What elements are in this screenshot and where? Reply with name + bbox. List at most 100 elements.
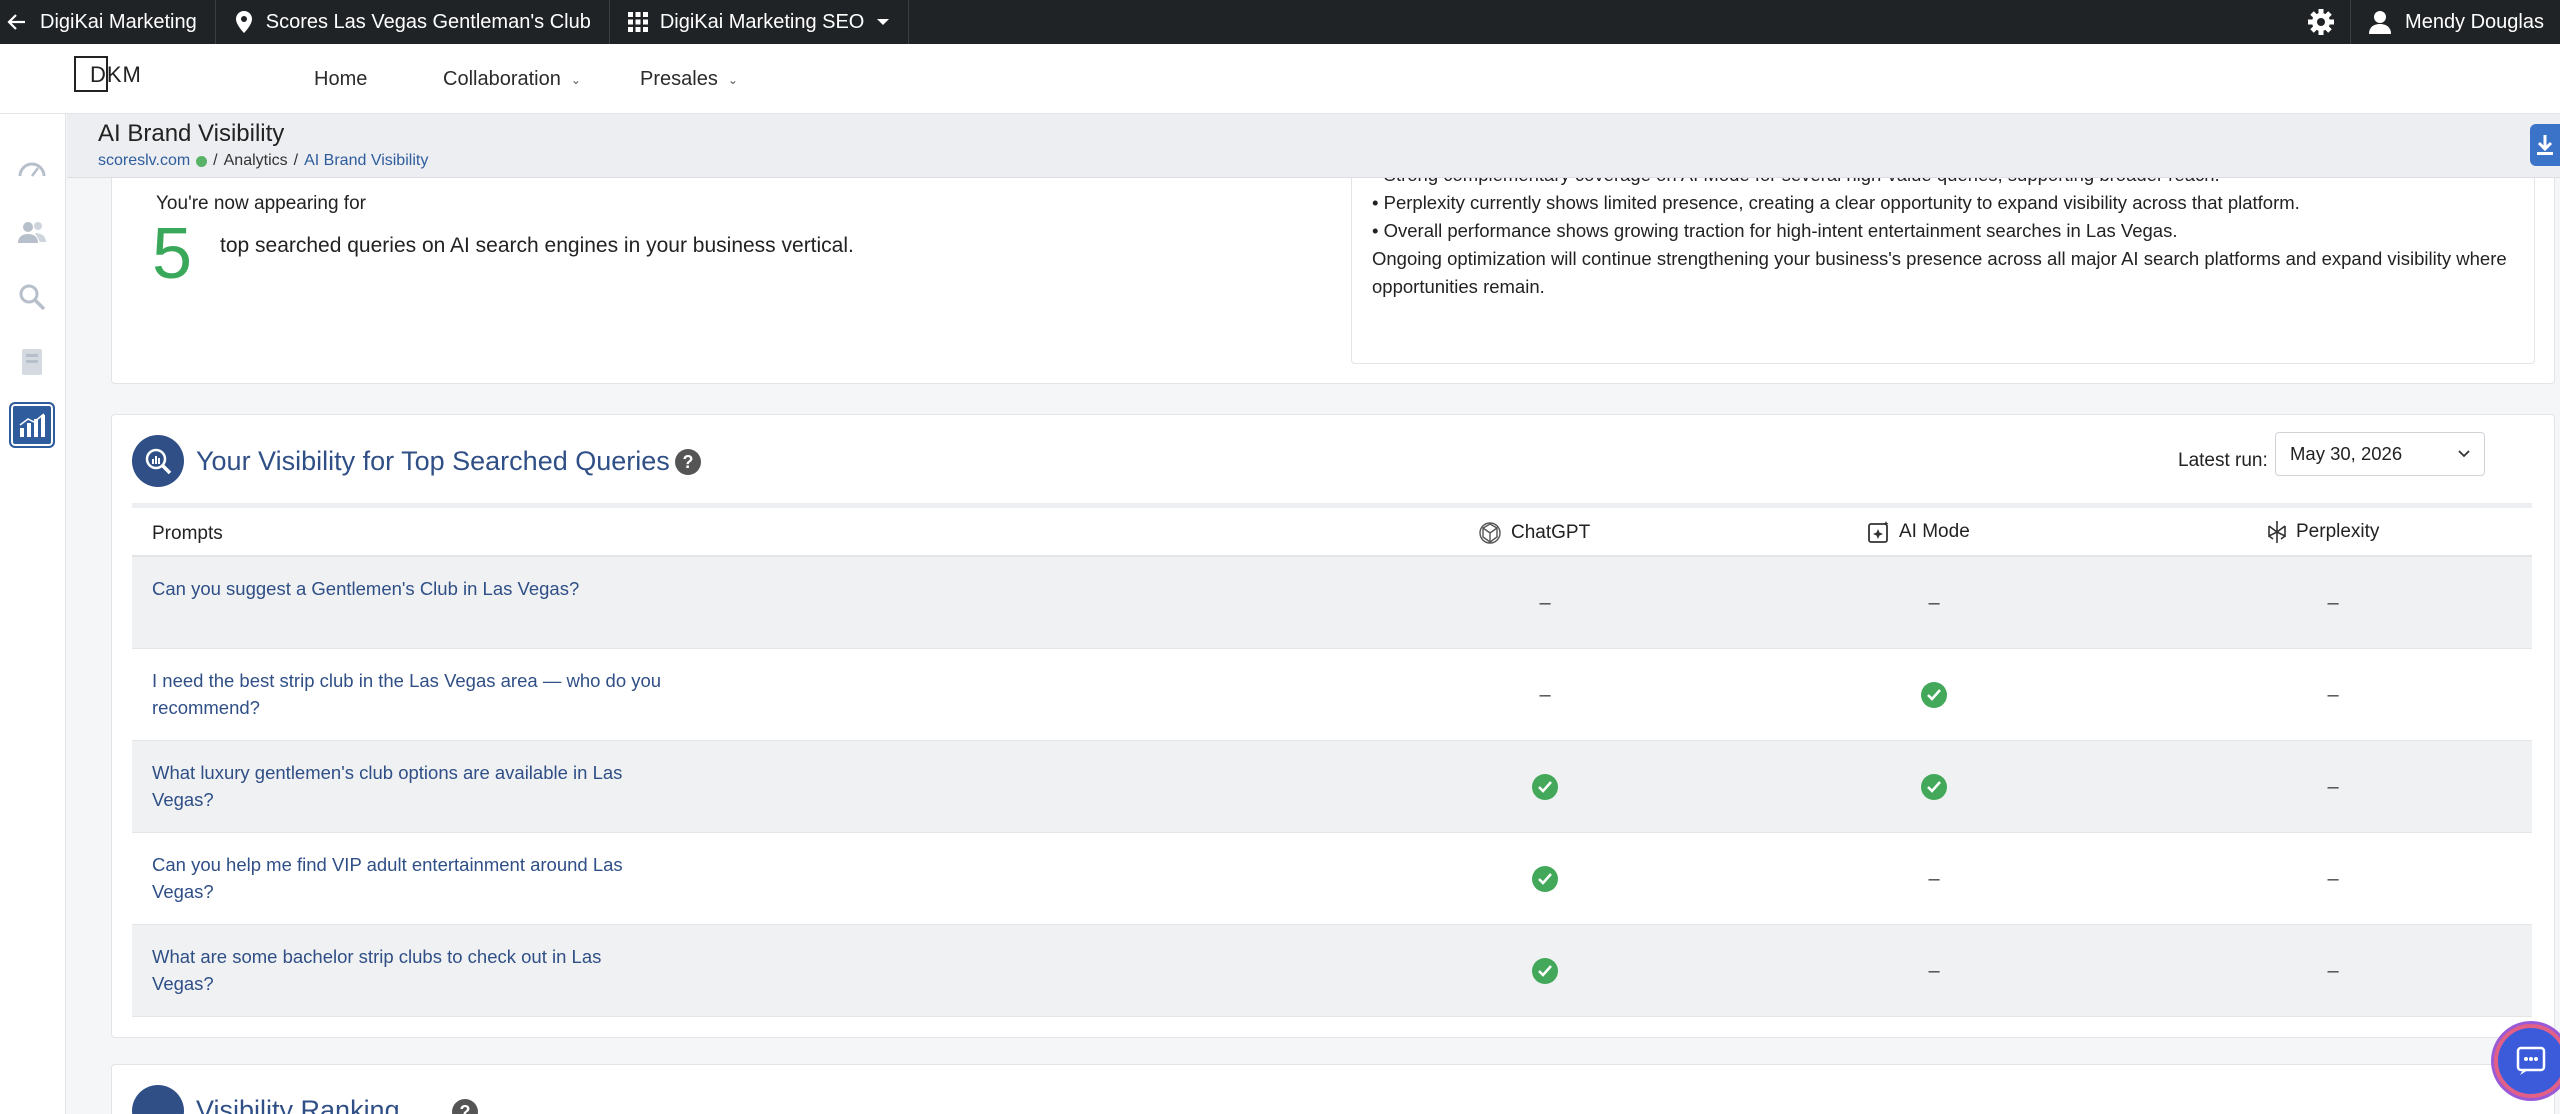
perplexity-dash: – <box>2320 866 2346 892</box>
ai-mode-icon <box>1868 521 1889 543</box>
table-row: Can you help me find VIP adult entertain… <box>132 833 2532 925</box>
aimode-dash: – <box>1921 866 1947 892</box>
perplexity-logo-icon <box>2268 521 2286 543</box>
table-row: I need the best strip club in the Las Ve… <box>132 649 2532 741</box>
sidebar-item-analytics[interactable] <box>9 402 55 448</box>
gear-icon[interactable] <box>2307 8 2335 36</box>
query-count-description: top searched queries on AI search engine… <box>220 234 854 257</box>
insights-box: • Strong complementary coverage on AI Mo… <box>1351 178 2535 364</box>
table-row: What are some bachelor strip clubs to ch… <box>132 925 2532 1017</box>
dash-text: – <box>1928 960 1940 982</box>
breadcrumb-site[interactable]: scoreslv.com <box>98 152 190 170</box>
breadcrumb: scoreslv.com / Analytics / AI Brand Visi… <box>98 152 428 170</box>
table-row: Can you suggest a Gentlemen's Club in La… <box>132 557 2532 649</box>
dash-text: – <box>2327 592 2339 614</box>
visibility-card: Your Visibility for Top Searched Queries… <box>111 414 2555 1038</box>
help-icon[interactable]: ? <box>675 449 701 475</box>
bar-chart-icon[interactable] <box>17 411 47 439</box>
chevron-down-icon[interactable] <box>2458 450 2470 458</box>
speedometer-icon[interactable] <box>17 156 47 178</box>
main-content: You're now appearing for 5 top searched … <box>67 178 2560 1114</box>
insight-line: • Perplexity currently shows limited pre… <box>1372 192 2300 213</box>
chatgpt-check-icon <box>1532 774 1558 800</box>
users-icon[interactable] <box>17 219 47 245</box>
dash-text: – <box>2327 776 2339 798</box>
status-dot-icon <box>196 155 208 167</box>
document-icon[interactable] <box>21 348 43 376</box>
column-header-aimode-label: AI Mode <box>1899 521 1970 542</box>
visibility-table: Prompts ChatGPT AI Mode Perplexity Can y… <box>132 503 2532 1017</box>
location-segment[interactable]: Scores Las Vegas Gentleman's Club <box>216 0 610 44</box>
prompt-link[interactable]: What luxury gentlemen's club options are… <box>152 759 662 813</box>
aimode-check-icon <box>1921 774 1947 800</box>
sidebar-item-users[interactable] <box>9 209 55 255</box>
location-label[interactable]: Scores Las Vegas Gentleman's Club <box>266 11 591 34</box>
latest-run-value[interactable]: May 30, 2026 <box>2290 443 2402 465</box>
chevron-down-icon: ⌄ <box>727 72 738 87</box>
user-name[interactable]: Mendy Douglas <box>2405 11 2544 34</box>
dash-text: – <box>1928 868 1940 890</box>
dash-text: – <box>1928 592 1940 614</box>
breadcrumb-current: AI Brand Visibility <box>304 152 429 169</box>
nav-presales[interactable]: Presales ⌄ <box>640 68 738 91</box>
dash-text: – <box>2327 868 2339 890</box>
nav-presales-label[interactable]: Presales <box>640 68 718 91</box>
caret-down-icon[interactable] <box>876 17 890 27</box>
grid-apps-icon <box>627 12 648 32</box>
dash-text: – <box>2327 684 2339 706</box>
column-header-chatgpt: ChatGPT <box>1477 520 1590 546</box>
nav-collaboration[interactable]: Collaboration ⌄ <box>443 68 581 91</box>
nav-bar: DKM Home Collaboration ⌄ Presales ⌄ <box>0 44 2560 114</box>
chatgpt-dash: – <box>1532 590 1558 616</box>
query-count: 5 <box>152 214 193 294</box>
latest-run-select[interactable]: May 30, 2026 <box>2275 432 2485 476</box>
insight-line: Ongoing optimization will continue stren… <box>1372 248 2507 297</box>
summary-card: You're now appearing for 5 top searched … <box>111 178 2555 384</box>
back-label[interactable]: DigiKai Marketing <box>40 11 197 34</box>
prompt-link[interactable]: Can you help me find VIP adult entertain… <box>152 851 662 905</box>
insight-line: • Overall performance shows growing trac… <box>1372 220 2178 241</box>
insight-line: • Strong complementary coverage on AI Mo… <box>1372 178 2514 189</box>
settings-button[interactable] <box>2291 0 2352 44</box>
page-title: AI Brand Visibility <box>98 120 285 147</box>
chatgpt-check-icon <box>1532 866 1558 892</box>
aimode-dash: – <box>1921 958 1947 984</box>
prompt-link[interactable]: Can you suggest a Gentlemen's Club in La… <box>152 575 662 602</box>
sidebar-item-search[interactable] <box>9 274 55 320</box>
chat-button[interactable] <box>2494 1024 2560 1098</box>
column-header-perplexity-label: Perplexity <box>2296 521 2380 542</box>
chatgpt-check-icon <box>1532 958 1558 984</box>
sidebar-item-dashboard[interactable] <box>9 144 55 190</box>
column-header-aimode: AI Mode <box>1867 520 1970 544</box>
nav-home[interactable]: Home <box>314 68 367 91</box>
apps-label[interactable]: DigiKai Marketing SEO <box>660 11 865 34</box>
search-analytics-icon[interactable] <box>18 283 46 311</box>
chatgpt-dash: – <box>1532 682 1558 708</box>
perplexity-dash: – <box>2320 590 2346 616</box>
nav-home-label[interactable]: Home <box>314 68 367 91</box>
back-segment[interactable]: DigiKai Marketing <box>0 0 216 44</box>
help-icon[interactable]: ? <box>452 1099 478 1114</box>
back-arrow-icon[interactable] <box>6 11 28 33</box>
nav-collaboration-label[interactable]: Collaboration <box>443 68 561 91</box>
aimode-dash: – <box>1921 590 1947 616</box>
dash-text: – <box>1539 592 1551 614</box>
download-icon[interactable] <box>2536 134 2554 156</box>
prompt-link[interactable]: I need the best strip club in the Las Ve… <box>152 667 662 721</box>
chatgpt-logo-icon <box>1479 522 1501 544</box>
location-pin-icon <box>235 11 252 33</box>
user-menu[interactable]: Mendy Douglas <box>2351 10 2560 34</box>
table-header: Prompts ChatGPT AI Mode Perplexity <box>132 503 2532 557</box>
chat-icon[interactable] <box>2515 1045 2547 1077</box>
logo[interactable]: DKM <box>74 56 141 94</box>
apps-segment[interactable]: DigiKai Marketing SEO <box>610 0 910 44</box>
dash-text: – <box>1539 684 1551 706</box>
breadcrumb-analytics[interactable]: Analytics <box>224 152 288 170</box>
ranking-icon <box>132 1085 184 1114</box>
download-button[interactable] <box>2530 124 2560 166</box>
aimode-check-icon <box>1921 682 1947 708</box>
prompt-link[interactable]: What are some bachelor strip clubs to ch… <box>152 943 662 997</box>
sidebar-item-reports[interactable] <box>9 339 55 385</box>
section-title: Your Visibility for Top Searched Queries <box>196 446 670 476</box>
table-row: What luxury gentlemen's club options are… <box>132 741 2532 833</box>
